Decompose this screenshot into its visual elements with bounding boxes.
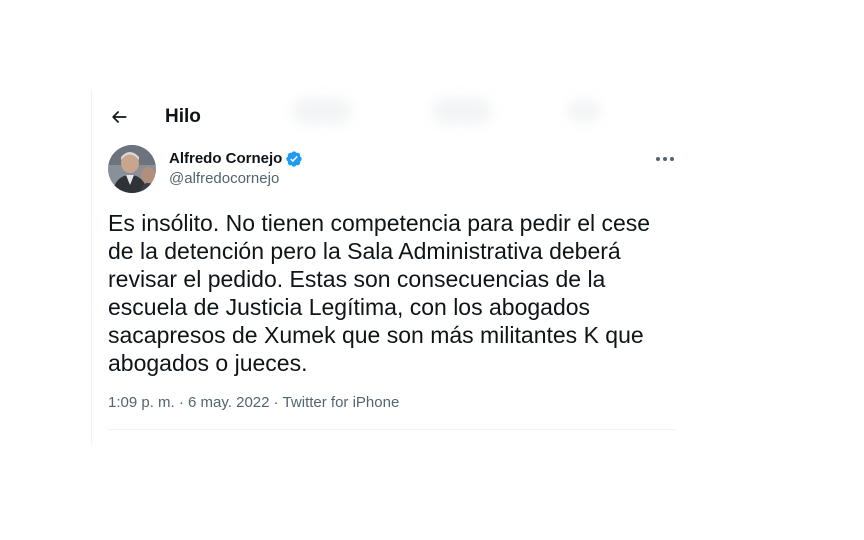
avatar-image <box>108 145 156 193</box>
thread-header: Hilo <box>92 90 692 143</box>
tweet-date-link[interactable]: 6 may. 2022 <box>188 394 269 411</box>
tweet-text-line: revisar el pedido. Estas son consecuenci… <box>108 266 606 292</box>
tweet-text-line: de la detención pero la Sala Administrat… <box>108 238 621 264</box>
page: Hilo Alfredo Cornejo @alfredocornejo Es … <box>0 0 864 540</box>
blurred-region <box>292 98 352 124</box>
tweet-text-line: Es insólito. No tienen competencia para … <box>108 210 651 236</box>
blurred-region <box>432 98 492 124</box>
meta-separator: · <box>178 394 184 411</box>
author-name-row: Alfredo Cornejo <box>169 149 303 169</box>
avatar[interactable] <box>108 145 156 193</box>
tweet-text-line: sacapresos de Xumek que son más militant… <box>108 322 644 348</box>
verified-badge-icon <box>286 151 303 167</box>
page-title: Hilo <box>165 106 201 127</box>
author-display-name[interactable]: Alfredo Cornejo <box>169 149 282 169</box>
more-options-button[interactable] <box>648 149 682 169</box>
tweet-text-line: escuela de Justicia Legítima, con los ab… <box>108 294 591 320</box>
meta-separator: · <box>273 394 279 411</box>
tweet-text: Es insólito. No tienen competencia para … <box>108 209 674 377</box>
back-button[interactable] <box>104 102 134 132</box>
tweet-source-link[interactable]: Twitter for iPhone <box>283 394 400 411</box>
author-handle[interactable]: @alfredocornejo <box>169 169 279 189</box>
blurred-region <box>567 100 601 122</box>
more-horizontal-icon <box>656 157 674 161</box>
tweet-metadata: 1:09 p. m. · 6 may. 2022 · Twitter for i… <box>108 393 399 413</box>
tweet-text-line: abogados o jueces. <box>108 350 308 376</box>
arrow-left-icon <box>112 111 127 123</box>
thread-column: Hilo Alfredo Cornejo @alfredocornejo Es … <box>91 90 692 445</box>
tweet-time-link[interactable]: 1:09 p. m. <box>108 394 175 411</box>
divider <box>108 429 675 430</box>
